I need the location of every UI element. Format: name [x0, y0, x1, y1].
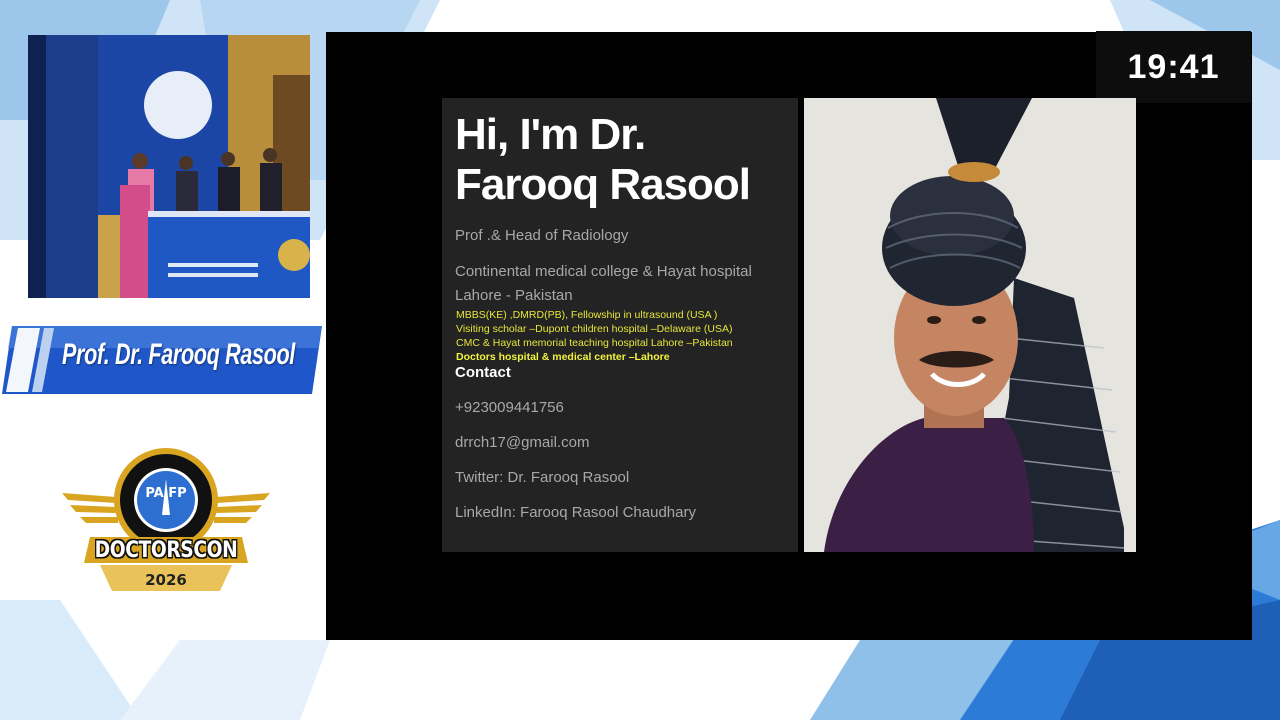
slide-institution: Continental medical college & Hayat hosp…: [455, 263, 752, 304]
contact-phone: +923009441756: [455, 399, 564, 416]
slide-heading: Hi, I'm Dr. Farooq Rasool: [455, 110, 751, 209]
credential-line: Visiting scholar –Dupont children hospit…: [456, 323, 733, 335]
credential-line: Doctors hospital & medical center –Lahor…: [456, 351, 670, 363]
credential-line: CMC & Hayat memorial teaching hospital L…: [456, 337, 733, 349]
logo-event-name: DOCTORSCON: [94, 538, 238, 563]
contact-linkedin: LinkedIn: Farooq Rasool Chaudhary: [455, 504, 696, 521]
portrait-illustration: [804, 98, 1136, 552]
speaker-photo: [804, 98, 1136, 552]
logo-emblem-text: PA FP: [145, 486, 186, 501]
speaker-name: Prof. Dr. Farooq Rasool: [62, 338, 295, 371]
contact-email: drrch17@gmail.com: [455, 434, 590, 451]
contact-twitter: Twitter: Dr. Farooq Rasool: [455, 469, 630, 486]
timer: 19:41: [1096, 31, 1251, 103]
contact-heading: Contact: [455, 364, 511, 381]
slide-role: Prof .& Head of Radiology: [455, 227, 629, 244]
credential-line: MBBS(KE) ,DMRD(PB), Fellowship in ultras…: [456, 309, 718, 321]
logo-year: 2026: [145, 571, 187, 589]
camera-feed: [28, 35, 310, 298]
stage-scene: [28, 35, 310, 298]
